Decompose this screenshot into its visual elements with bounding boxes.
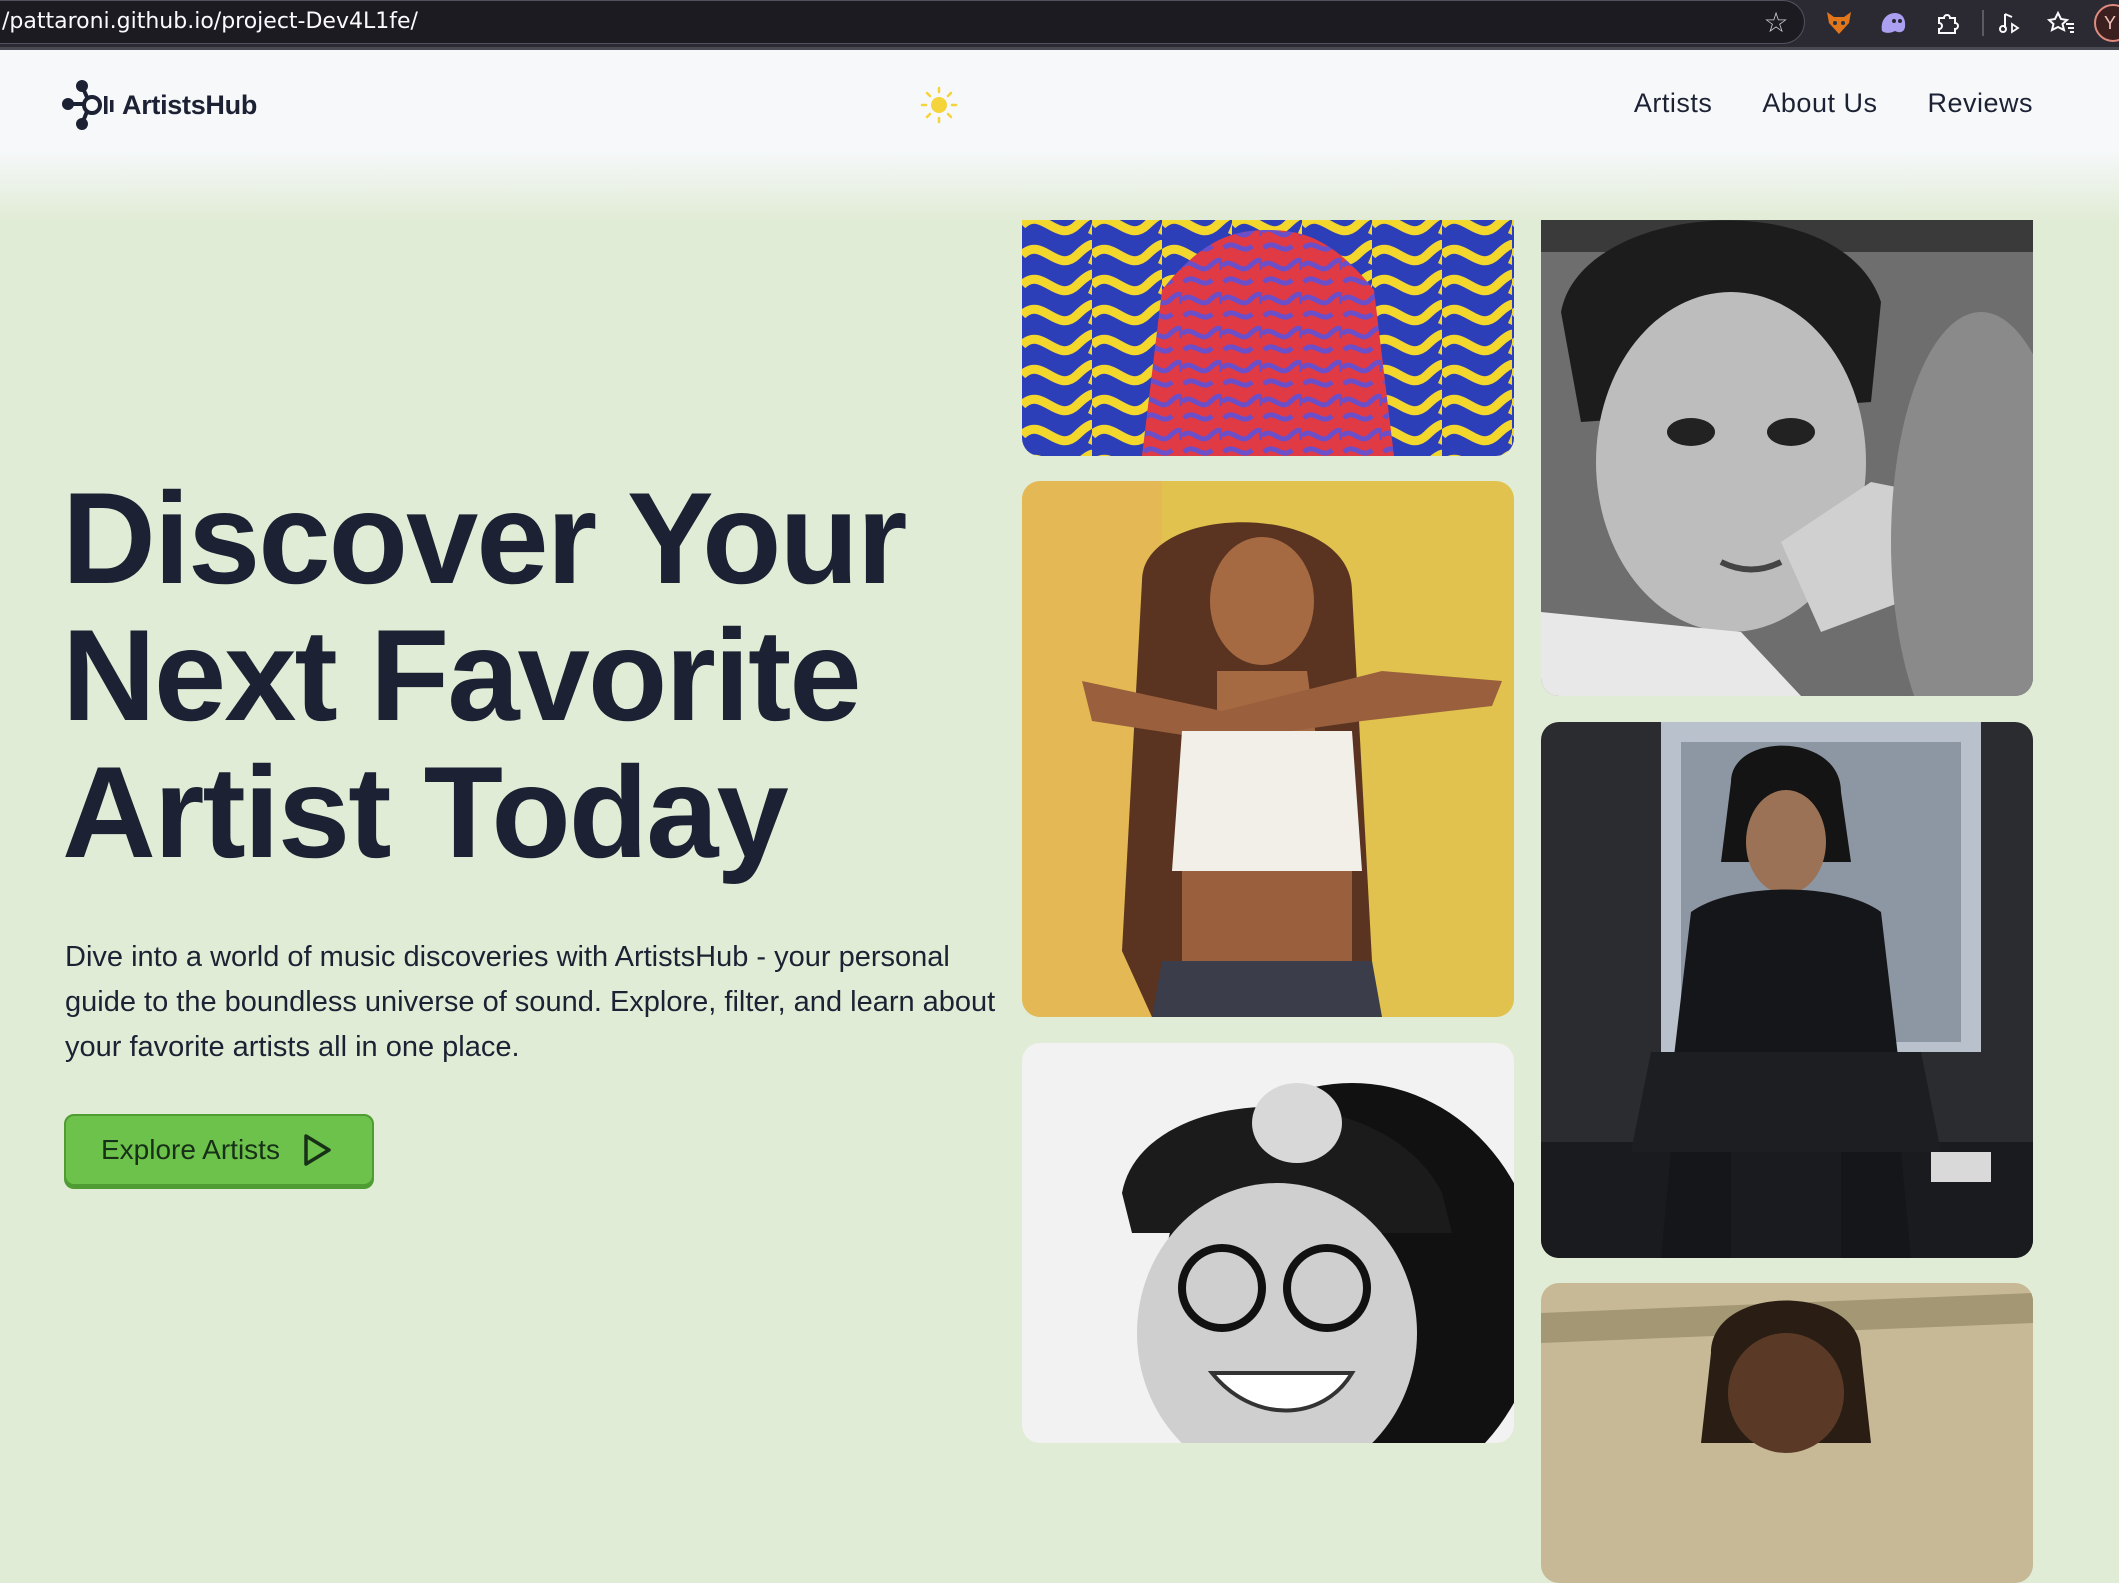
nav-link-reviews[interactable]: Reviews [1927,88,2033,119]
bookmarks-list-icon[interactable] [2044,6,2078,40]
address-bar[interactable]: /pattaroni.github.io/project-Dev4L1fe/ ☆ [0,0,1805,44]
address-bar-url: /pattaroni.github.io/project-Dev4L1fe/ [2,9,418,34]
brand-name: ArtistsHub [122,89,258,120]
artist-photo[interactable] [1541,1283,2033,1583]
fox-extension-icon[interactable] [1822,6,1856,40]
sun-icon [920,86,958,124]
play-triangle-icon [304,1134,331,1166]
explore-artists-button[interactable]: Explore Artists [64,1114,374,1186]
media-control-icon[interactable] [1992,6,2026,40]
site-header: ArtistsHub Artists About Us Reviews [0,50,2119,220]
artist-photo[interactable] [1022,1043,1514,1443]
browser-toolbar: /pattaroni.github.io/project-Dev4L1fe/ ☆… [0,0,2119,50]
artist-photo[interactable] [1541,162,2033,696]
main-nav: Artists About Us Reviews [1634,88,2033,119]
hero-description: Dive into a world of music discoveries w… [65,941,996,1063]
artist-photo[interactable] [1022,481,1514,1017]
theme-toggle-button[interactable] [920,86,958,124]
nav-link-artists[interactable]: Artists [1634,88,1713,119]
ghost-extension-icon[interactable] [1876,6,1910,40]
artist-photo[interactable] [1541,722,2033,1258]
molecule-logo-icon [62,80,114,130]
brand-logo[interactable]: ArtistsHub [62,78,257,132]
account-avatar[interactable]: Y [2094,4,2119,42]
explore-artists-label: Explore Artists [101,1134,280,1165]
toolbar-separator [1982,10,1984,36]
bookmark-star-icon[interactable]: ☆ [1760,7,1792,39]
hero-title: Discover Your Next Favorite Artist Today [62,465,907,885]
nav-link-about-us[interactable]: About Us [1762,88,1877,119]
puzzle-extension-icon[interactable] [1930,6,1964,40]
